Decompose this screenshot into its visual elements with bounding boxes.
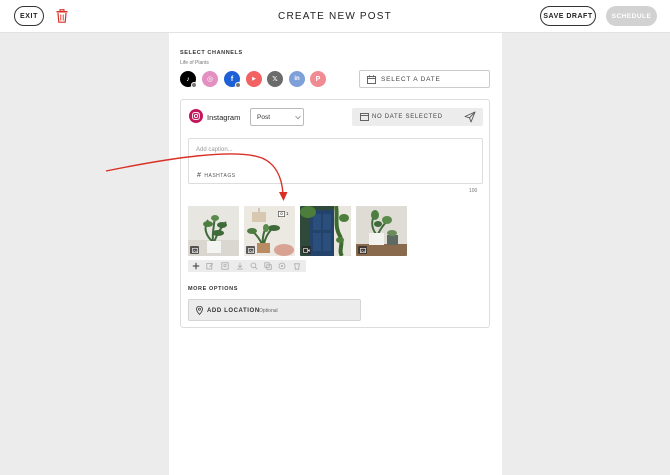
- hashtags-label: HASHTAGS: [204, 172, 236, 179]
- location-pin-icon: [196, 306, 203, 315]
- media-toolbar: [188, 260, 306, 272]
- channel-tiktok-icon[interactable]: ♪: [180, 71, 197, 88]
- linkedin-icon: in: [294, 76, 300, 82]
- character-count: 100: [469, 188, 478, 194]
- post-editor-panel: SELECT CHANNELS Life of Plants ♪ ◎ f ▶ 𝕏…: [169, 33, 502, 475]
- select-date-picker[interactable]: SELECT A DATE: [359, 70, 490, 88]
- caption-input[interactable]: Add caption... # HASHTAGS: [188, 138, 483, 184]
- channel-linkedin-icon[interactable]: in: [289, 71, 305, 87]
- x-icon: 𝕏: [272, 76, 278, 83]
- alt-count: 1: [286, 211, 289, 216]
- media-thumbnail-3[interactable]: [300, 206, 351, 256]
- schedule-button[interactable]: SCHEDULE: [606, 6, 657, 26]
- tiktok-icon: ♪: [186, 75, 190, 83]
- select-channels-label: SELECT CHANNELS: [180, 50, 243, 56]
- date-selector[interactable]: NO DATE SELECTED: [352, 108, 483, 126]
- media-thumbnail-1[interactable]: [188, 206, 239, 256]
- selected-badge: [191, 82, 197, 88]
- calendar-icon: [360, 113, 369, 121]
- channel-x-icon[interactable]: 𝕏: [267, 71, 283, 87]
- channel-pinterest-icon[interactable]: P: [310, 71, 326, 87]
- channel-instagram-icon[interactable]: ◎: [202, 71, 218, 87]
- channel-facebook-icon[interactable]: f: [224, 71, 241, 88]
- image-type-icon: [190, 246, 199, 254]
- network-name: Instagram: [207, 113, 241, 122]
- duplicate-icon[interactable]: [264, 262, 272, 270]
- image-type-icon: [358, 246, 367, 254]
- caption-placeholder: Add caption...: [196, 147, 233, 153]
- instagram-icon: ◎: [206, 76, 214, 83]
- chevron-down-icon: [295, 115, 301, 120]
- brand-name: Life of Plants: [180, 60, 209, 66]
- instagram-icon: [189, 109, 203, 123]
- save-draft-button[interactable]: SAVE DRAFT: [540, 6, 596, 26]
- hash-icon: #: [197, 172, 202, 179]
- video-type-icon: [302, 246, 311, 254]
- edit-icon[interactable]: [206, 262, 214, 270]
- add-location-label: ADD LOCATION: [207, 308, 260, 314]
- hashtags-button[interactable]: # HASHTAGS: [197, 172, 236, 179]
- selected-badge: [235, 82, 241, 88]
- no-date-label: NO DATE SELECTED: [372, 114, 443, 120]
- select-date-label: SELECT A DATE: [381, 76, 441, 83]
- more-options-label: MORE OPTIONS: [188, 286, 238, 292]
- instagram-post-card: Instagram Post NO DATE SELECTED Add capt…: [180, 99, 490, 328]
- image-type-icon: [246, 246, 255, 254]
- settings-icon[interactable]: [278, 262, 286, 270]
- post-type-select[interactable]: Post: [250, 108, 304, 126]
- download-icon[interactable]: [236, 262, 244, 270]
- top-bar: EXIT CREATE NEW POST SAVE DRAFT SCHEDULE: [0, 0, 670, 33]
- media-thumbnail-2[interactable]: 1: [244, 206, 295, 256]
- calendar-icon: [367, 75, 376, 84]
- zoom-icon[interactable]: [250, 262, 258, 270]
- delete-media-icon[interactable]: [293, 262, 301, 270]
- pinterest-icon: P: [315, 75, 321, 83]
- alt-text-icon[interactable]: [221, 262, 229, 270]
- add-media-icon[interactable]: [192, 262, 200, 270]
- media-thumbnail-4[interactable]: [356, 206, 407, 256]
- facebook-icon: f: [230, 75, 234, 83]
- alt-text-badge[interactable]: 1: [278, 210, 292, 217]
- youtube-icon: ▶: [252, 76, 256, 82]
- image-icon: [278, 210, 285, 217]
- channel-youtube-icon[interactable]: ▶: [246, 71, 262, 87]
- send-icon[interactable]: [464, 111, 476, 123]
- add-location-button[interactable]: ADD LOCATION Optional: [188, 299, 361, 321]
- location-optional-hint: Optional: [259, 308, 278, 314]
- post-type-value: Post: [257, 114, 271, 121]
